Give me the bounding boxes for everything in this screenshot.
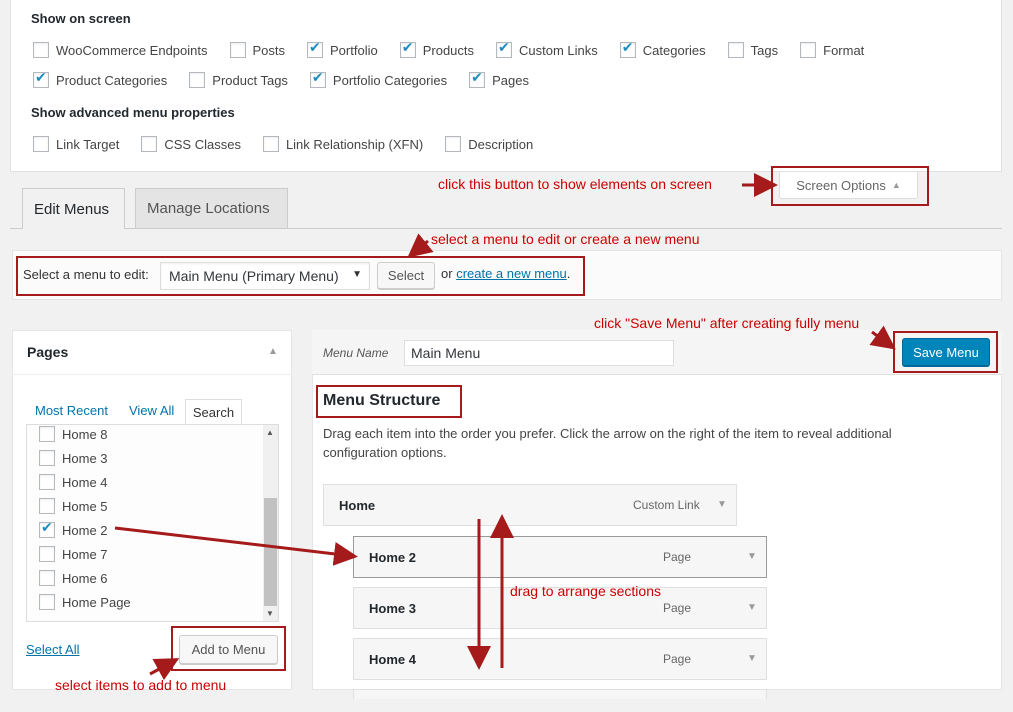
arrow-save-menu	[869, 325, 896, 350]
annotation-arrows	[114, 173, 896, 681]
arrow-home2-to-menu	[114, 526, 358, 566]
arrow-add-to-menu	[149, 658, 180, 681]
arrow-select-menu	[407, 233, 434, 258]
